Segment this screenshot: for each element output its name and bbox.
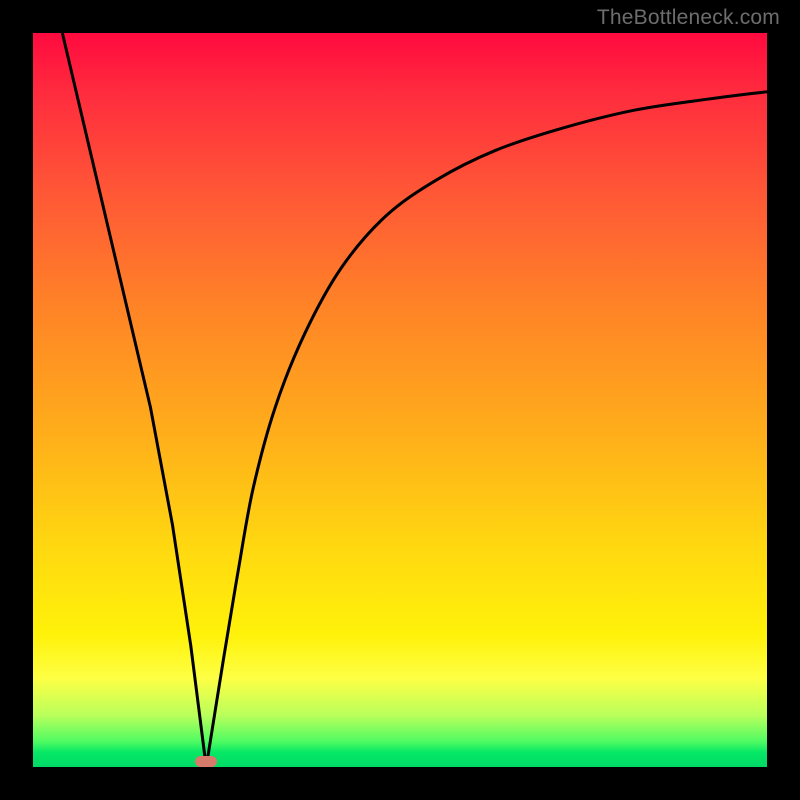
curve-path xyxy=(62,33,767,767)
bottleneck-curve xyxy=(33,33,767,767)
chart-frame: TheBottleneck.com xyxy=(0,0,800,800)
plot-area xyxy=(33,33,767,767)
min-point-marker xyxy=(195,756,217,767)
watermark-text: TheBottleneck.com xyxy=(597,6,780,30)
